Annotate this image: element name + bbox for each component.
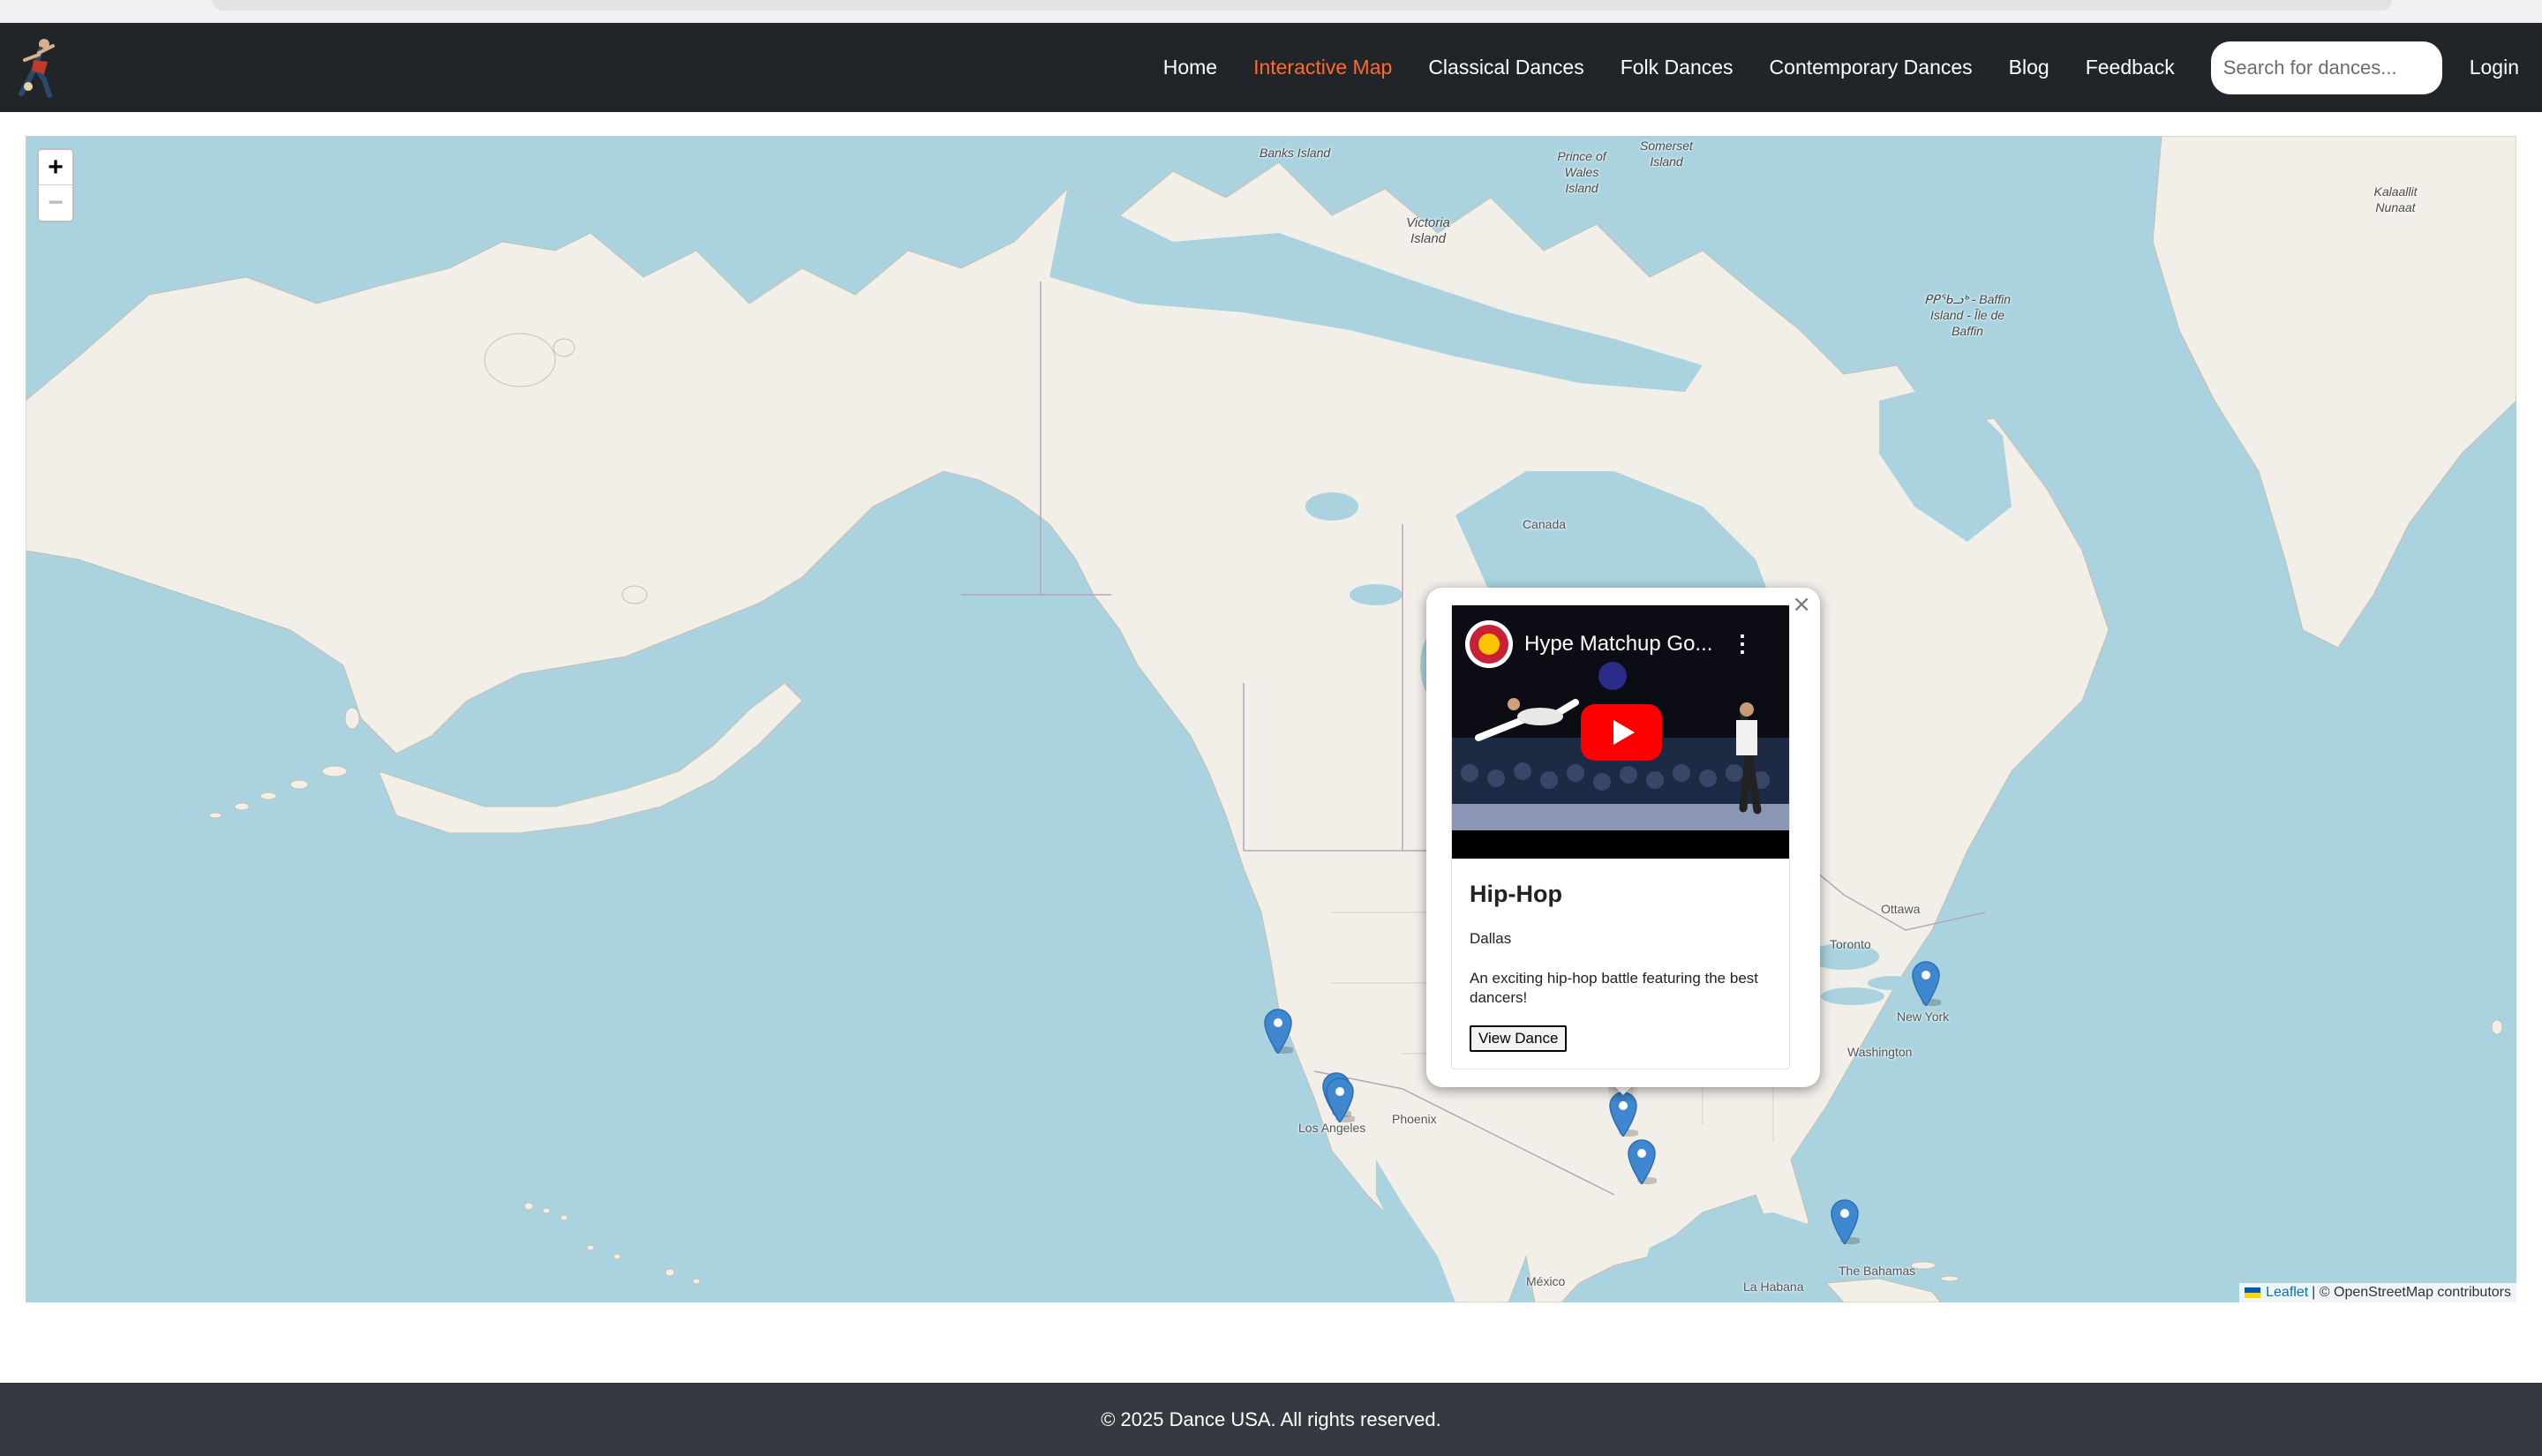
map-label-ottawa: Ottawa <box>1881 902 1921 916</box>
map-label-toronto: Toronto <box>1830 937 1871 951</box>
leaflet-link[interactable]: Leaflet <box>2266 1285 2308 1301</box>
map-label-baffin-island: ᑭᑭᖃᓗᒃ - Baffin Island - Île de Baffin <box>1923 292 2012 338</box>
navbar: Home Interactive Map Classical Dances Fo… <box>0 23 2542 112</box>
browser-address-bar <box>212 0 2392 11</box>
map-label-victoria-island: Victoria Island <box>1406 215 1450 246</box>
nav-classical-dances[interactable]: Classical Dances <box>1428 56 1583 79</box>
map-pin-icon[interactable] <box>1627 1138 1657 1184</box>
map-label-new-york: New York <box>1897 1009 1950 1024</box>
zoom-control: + − <box>37 148 74 222</box>
map-label-washington: Washington <box>1847 1045 1913 1059</box>
view-dance-button[interactable]: View Dance <box>1470 1025 1568 1052</box>
dance-city: Dallas <box>1470 930 1512 947</box>
search-input[interactable] <box>2210 41 2442 94</box>
login-link[interactable]: Login <box>2470 56 2519 79</box>
nav-links: Home Interactive Map Classical Dances Fo… <box>1163 23 2542 112</box>
map-label-banks-island: Banks Island <box>1260 146 1331 160</box>
map-pin-icon[interactable] <box>1830 1198 1860 1244</box>
map-pin-icon[interactable] <box>1325 1077 1355 1122</box>
dancer-logo-icon[interactable] <box>9 35 64 99</box>
map-label-los-angeles: Los Angeles <box>1298 1121 1366 1135</box>
map-label-mexico: México <box>1526 1274 1566 1288</box>
map-label-canada: Canada <box>1523 517 1567 531</box>
browser-top-strip <box>0 0 2542 23</box>
footer-copyright: © 2025 Dance USA. All rights reserved. <box>1101 1407 1441 1430</box>
map-pin-icon[interactable] <box>1263 1008 1293 1054</box>
map-label-la-habana: La Habana <box>1743 1280 1804 1294</box>
channel-avatar[interactable] <box>1465 620 1513 668</box>
close-icon[interactable]: × <box>1792 591 1811 618</box>
map-label-prince-of-wales-island: Prince of Wales Island <box>1557 149 1606 195</box>
map-label-phoenix: Phoenix <box>1392 1112 1437 1126</box>
map-attribution: Leaflet | © OpenStreetMap contributors <box>2239 1283 2516 1302</box>
play-icon[interactable] <box>1581 704 1662 761</box>
dance-card: Hype Matchup Go... ⋮ Hip-Hop Dallas An e… <box>1451 604 1790 1069</box>
nav-feedback[interactable]: Feedback <box>2086 56 2175 79</box>
nav-blog[interactable]: Blog <box>2009 56 2049 79</box>
map-label-the-bahamas: The Bahamas <box>1839 1264 1916 1278</box>
footer: © 2025 Dance USA. All rights reserved. <box>0 1383 2542 1456</box>
zoom-in-button[interactable]: + <box>39 150 72 185</box>
map-popup: × Hype Matchup Go... ⋮ Hip-Hop Dallas An… <box>1426 588 1820 1087</box>
ukraine-flag-icon <box>2245 1287 2261 1298</box>
nav-interactive-map[interactable]: Interactive Map <box>1253 56 1392 79</box>
more-vertical-icon[interactable]: ⋮ <box>1731 630 1754 657</box>
osm-attribution-text: | © OpenStreetMap contributors <box>2312 1285 2511 1300</box>
map-label-somerset-island: Somerset Island <box>1640 139 1693 169</box>
video-title[interactable]: Hype Matchup Go... <box>1524 632 1712 657</box>
video-embed[interactable]: Hype Matchup Go... ⋮ <box>1452 605 1789 859</box>
map-pin-icon[interactable] <box>1911 960 1941 1006</box>
interactive-map[interactable]: Banks Island Prince of Wales Island Some… <box>26 136 2516 1302</box>
map-label-kalaallit-nunaat: Kalaallit Nunaat <box>2373 184 2418 214</box>
nav-home[interactable]: Home <box>1163 56 1217 79</box>
nav-folk-dances[interactable]: Folk Dances <box>1621 56 1734 79</box>
dance-description: An exciting hip-hop battle featuring the… <box>1470 970 1758 1006</box>
zoom-out-button[interactable]: − <box>39 185 72 221</box>
map-basemap <box>26 136 2516 1302</box>
nav-contemporary-dances[interactable]: Contemporary Dances <box>1770 56 1973 79</box>
dance-title: Hip-Hop <box>1470 881 1562 907</box>
